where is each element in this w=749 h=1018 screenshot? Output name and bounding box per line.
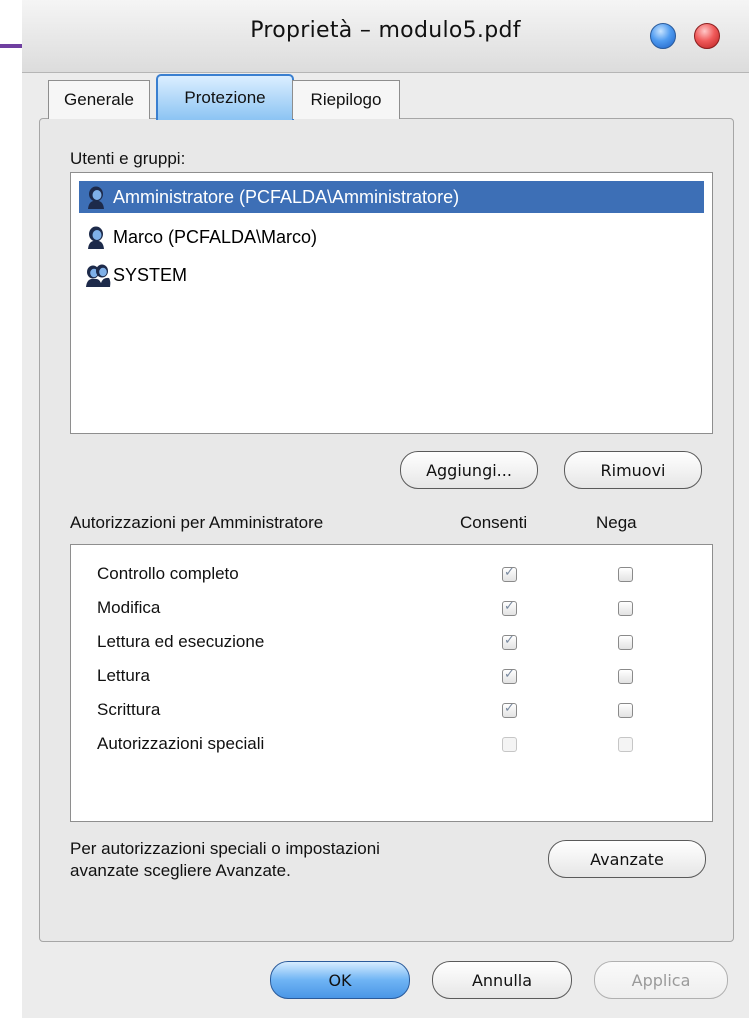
deny-checkbox[interactable] (618, 567, 633, 582)
tab-generale[interactable]: Generale (48, 80, 150, 119)
permissions-title: Autorizzazioni per Amministratore (70, 513, 324, 532)
user-name: SYSTEM (113, 264, 188, 285)
ok-button[interactable]: OK (270, 961, 410, 999)
minimize-button[interactable] (650, 23, 676, 49)
allow-checkbox[interactable] (502, 701, 517, 718)
user-name: Amministratore (PCFALDA\Amministratore) (113, 186, 460, 207)
allow-checkbox[interactable] (502, 667, 517, 684)
deny-checkbox[interactable] (618, 635, 633, 650)
allow-checkbox[interactable] (502, 565, 517, 582)
deny-checkbox (618, 737, 633, 752)
tab-protezione[interactable]: Protezione (156, 74, 294, 120)
properties-dialog: Proprietà – modulo5.pdf Generale Protezi… (22, 0, 749, 1018)
permission-name: Lettura (97, 666, 150, 685)
apply-button: Applica (594, 961, 728, 999)
permission-name: Lettura ed esecuzione (97, 632, 265, 651)
title-bar[interactable]: Proprietà – modulo5.pdf (22, 0, 749, 73)
permission-name: Modifica (97, 598, 161, 617)
deny-column-header: Nega (596, 513, 637, 532)
user-item-marco[interactable]: Marco (PCFALDA\Marco) (79, 221, 704, 253)
allow-checkbox (502, 737, 517, 752)
permission-row: Scrittura (71, 693, 712, 727)
users-groups-list[interactable]: Amministratore (PCFALDA\Amministratore) … (70, 172, 713, 434)
permission-row: Lettura (71, 659, 712, 693)
user-name: Marco (PCFALDA\Marco) (113, 226, 318, 247)
cancel-button[interactable]: Annulla (432, 961, 572, 999)
permission-name: Controllo completo (97, 564, 239, 583)
advanced-button[interactable]: Avanzate (548, 840, 706, 878)
permission-name: Autorizzazioni speciali (97, 734, 265, 753)
close-button[interactable] (694, 23, 720, 49)
advanced-note-line: Per autorizzazioni speciali o impostazio… (70, 839, 380, 858)
advanced-note-line: avanzate scegliere Avanzate. (70, 861, 291, 880)
permission-row: Controllo completo (71, 557, 712, 591)
permission-row: Lettura ed esecuzione (71, 625, 712, 659)
permission-name: Scrittura (97, 700, 161, 719)
user-icon (88, 226, 104, 249)
accent-line (0, 44, 22, 48)
allow-column-header: Consenti (460, 513, 528, 532)
user-item-system[interactable]: SYSTEM (79, 259, 704, 291)
window-title: Proprietà – modulo5.pdf (250, 18, 521, 43)
deny-checkbox[interactable] (618, 703, 633, 718)
deny-checkbox[interactable] (618, 669, 633, 684)
add-button[interactable]: Aggiungi... (400, 451, 538, 489)
deny-checkbox[interactable] (618, 601, 633, 616)
users-groups-label: Utenti e gruppi: (70, 149, 186, 168)
user-icon (88, 186, 104, 209)
permissions-list: Controllo completo Modifica Lettura ed e… (70, 544, 713, 822)
advanced-note: Per autorizzazioni speciali o impostazio… (70, 838, 380, 882)
allow-checkbox[interactable] (502, 633, 517, 650)
group-icon (86, 264, 111, 287)
tab-riepilogo[interactable]: Riepilogo (292, 80, 400, 119)
allow-checkbox[interactable] (502, 599, 517, 616)
remove-button[interactable]: Rimuovi (564, 451, 702, 489)
permission-row: Autorizzazioni speciali (71, 727, 712, 761)
permission-row: Modifica (71, 591, 712, 625)
user-item-amministratore[interactable]: Amministratore (PCFALDA\Amministratore) (79, 181, 704, 213)
